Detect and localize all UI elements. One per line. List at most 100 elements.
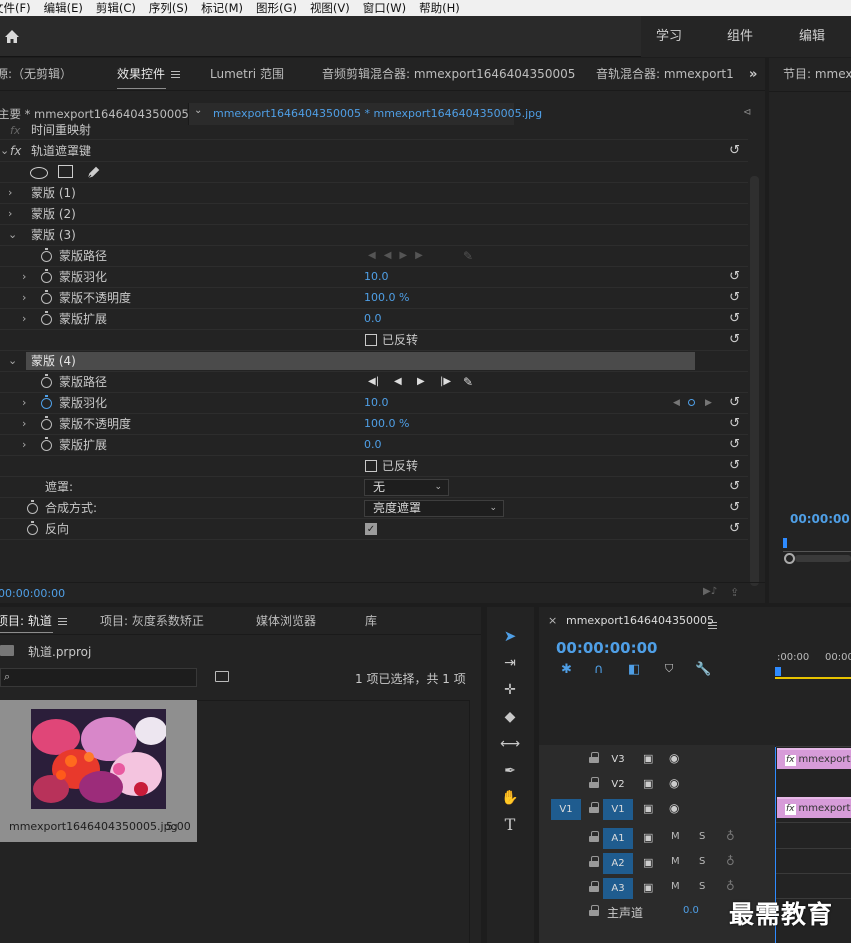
sync-lock-icon[interactable]: ▣ (643, 802, 653, 815)
snap-magnet-icon[interactable]: ∩ (594, 662, 604, 677)
tab-project-gamma[interactable]: 项目: 灰度系数矫正 (100, 607, 204, 635)
chevron-right-icon[interactable]: › (22, 309, 26, 329)
razor-tool-icon[interactable]: ◆ (497, 705, 523, 729)
tab-audio-clip-mixer[interactable]: 音频剪辑混合器: mmexport1646404350005 (322, 58, 575, 91)
time-ruler[interactable]: :00:00 00:00 (775, 647, 851, 679)
chevron-right-icon[interactable]: › (8, 204, 12, 224)
nest-icon[interactable]: ✱ (561, 662, 572, 677)
lock-icon[interactable] (589, 905, 599, 916)
solo-button[interactable]: S (699, 881, 705, 892)
track-target-a3[interactable]: A3 (603, 878, 633, 899)
chevron-right-icon[interactable]: › (22, 393, 26, 413)
track-backward-icon[interactable]: ◀| (368, 372, 379, 392)
reset-icon[interactable]: ↺ (729, 396, 740, 410)
mute-button[interactable]: M (671, 831, 680, 842)
fx-toggle-icon[interactable]: fx (10, 141, 21, 161)
inverted-checkbox[interactable] (365, 334, 377, 346)
menu-view[interactable]: 视图(V) (310, 0, 350, 16)
reset-icon[interactable]: ↺ (729, 522, 740, 536)
track-forward-frame-icon[interactable]: ▶ (417, 372, 425, 392)
reset-icon[interactable]: ↺ (729, 459, 740, 473)
sequence-tab[interactable]: mmexport1646404350005 (566, 614, 714, 627)
reset-icon[interactable]: ↺ (729, 291, 740, 305)
lock-icon[interactable] (589, 881, 599, 892)
opacity-value[interactable]: 100.0 % (364, 414, 409, 434)
microphone-icon[interactable]: ♁ (726, 829, 735, 843)
sync-lock-icon[interactable]: ▣ (643, 881, 653, 894)
more-tabs-icon[interactable]: » (749, 67, 757, 82)
effect-scrollbar[interactable] (750, 176, 759, 586)
effect-track-matte[interactable]: ⌄ fx 轨道遮罩键 ↺ (0, 141, 748, 162)
stopwatch-icon[interactable] (41, 437, 52, 451)
mask-3-row[interactable]: ⌄ 蒙版 (3) (0, 225, 748, 246)
expansion-value[interactable]: 0.0 (364, 435, 382, 455)
master-volume-value[interactable]: 0.0 (683, 905, 699, 916)
chevron-right-icon[interactable]: › (22, 435, 26, 455)
selection-tool-icon[interactable]: ➤ (497, 624, 523, 648)
reset-icon[interactable]: ↺ (729, 270, 740, 284)
mask-4-row[interactable]: ⌄ 蒙版 (4) (0, 351, 748, 372)
ripple-edit-tool-icon[interactable]: ✛ (497, 678, 523, 702)
menu-clip[interactable]: 剪辑(C) (96, 0, 136, 16)
sync-lock-icon[interactable]: ▣ (643, 831, 653, 844)
close-icon[interactable]: × (548, 614, 557, 627)
menu-marker[interactable]: 标记(M) (201, 0, 243, 16)
chevron-down-icon[interactable]: ⌄ (8, 351, 17, 371)
master-clip-label[interactable]: 主要 * mmexport1646404350005.jpg (0, 106, 210, 122)
sync-lock-icon[interactable]: ▣ (643, 777, 653, 790)
tab-program[interactable]: 节目: mmex (783, 58, 851, 91)
opacity-value[interactable]: 100.0 % (364, 288, 409, 308)
stopwatch-icon[interactable] (41, 374, 52, 388)
clip-thumbnail-image[interactable] (31, 709, 166, 809)
stopwatch-icon[interactable] (41, 269, 52, 283)
stopwatch-icon[interactable] (27, 500, 38, 514)
lock-icon[interactable] (589, 856, 599, 867)
project-search-input[interactable]: ⌕ (0, 668, 197, 687)
type-tool-icon[interactable]: T (497, 813, 523, 837)
chevron-down-icon[interactable]: ⌄ (8, 225, 17, 245)
playhead-handle[interactable] (775, 667, 781, 676)
wrench-icon[interactable]: ✎ (463, 372, 473, 392)
ellipse-mask-icon[interactable] (30, 167, 48, 179)
chevron-down-icon[interactable]: ⌄ (0, 141, 9, 161)
wrench-icon[interactable]: 🔧 (695, 662, 711, 677)
stopwatch-icon[interactable] (41, 248, 52, 262)
stopwatch-icon[interactable] (41, 416, 52, 430)
microphone-icon[interactable]: ♁ (726, 854, 735, 868)
track-target-a1[interactable]: A1 (603, 828, 633, 849)
export-icon[interactable]: ⇪ (730, 586, 739, 599)
mask-2-row[interactable]: › 蒙版 (2) (0, 204, 748, 225)
menu-edit[interactable]: 编辑(E) (44, 0, 83, 16)
clip-v1[interactable]: fxmmexport16 (777, 797, 851, 818)
microphone-icon[interactable]: ♁ (726, 879, 735, 893)
track-target-a2[interactable]: A2 (603, 853, 633, 874)
reset-icon[interactable]: ↺ (729, 480, 740, 494)
lock-icon[interactable] (589, 802, 599, 813)
tab-media-browser[interactable]: 媒体浏览器 (256, 607, 316, 635)
feather-value[interactable]: 10.0 (364, 267, 389, 287)
menu-help[interactable]: 帮助(H) (419, 0, 460, 16)
solo-button[interactable]: S (699, 831, 705, 842)
stopwatch-icon[interactable] (41, 290, 52, 304)
track-select-tool-icon[interactable]: ⇥ (497, 651, 523, 675)
menu-file[interactable]: 文件(F) (0, 0, 31, 16)
tab-source[interactable]: 源:（无剪辑） (0, 58, 72, 91)
tab-effect-controls[interactable]: 效果控件 (117, 58, 181, 91)
chevron-right-icon[interactable]: › (8, 183, 12, 203)
track-target-v3[interactable]: V3 (603, 749, 633, 770)
workspace-assembly[interactable]: 组件 (727, 16, 753, 57)
next-keyframe-icon[interactable]: ▶ (705, 393, 712, 413)
reset-icon[interactable]: ↺ (729, 438, 740, 452)
reset-icon[interactable]: ↺ (729, 417, 740, 431)
add-keyframe-icon[interactable] (688, 399, 695, 406)
track-target-v2[interactable]: V2 (603, 774, 633, 795)
program-timecode[interactable]: 00:00:00: (790, 512, 851, 526)
inverted-checkbox[interactable] (365, 460, 377, 472)
pen-tool-icon[interactable]: ✒ (497, 759, 523, 783)
eye-icon[interactable]: ◉ (669, 801, 679, 815)
stopwatch-icon[interactable] (27, 521, 38, 535)
matte-select[interactable]: 无 ⌄ (364, 479, 449, 496)
play-audio-icon[interactable]: ▶♪ (703, 586, 717, 597)
prev-keyframe-icon[interactable]: ◀ (673, 393, 680, 413)
mask-1-row[interactable]: › 蒙版 (1) (0, 183, 748, 204)
